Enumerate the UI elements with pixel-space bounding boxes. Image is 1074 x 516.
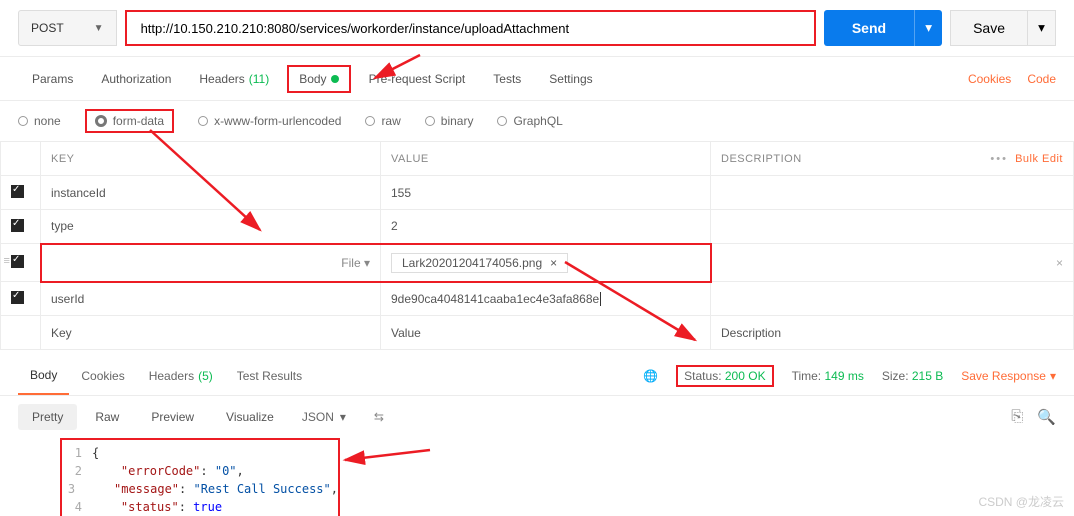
size-badge: Size: 215 B bbox=[882, 369, 943, 383]
table-row-empty: Key Value Description bbox=[1, 316, 1074, 350]
wrap-icon[interactable]: ⇆ bbox=[360, 404, 398, 430]
table-row: ≡ File ▾ Lark20201204174056.png× × bbox=[1, 244, 1074, 282]
drag-icon[interactable]: ≡ bbox=[4, 255, 10, 267]
resp-view-raw[interactable]: Raw bbox=[81, 404, 133, 430]
search-icon[interactable]: 🔍 bbox=[1037, 408, 1056, 426]
key-cell[interactable]: File ▾ bbox=[41, 244, 381, 282]
bodytype-formdata[interactable]: form-data bbox=[85, 109, 174, 133]
file-type-select[interactable]: File ▾ bbox=[341, 256, 370, 270]
save-button[interactable]: Save bbox=[950, 10, 1028, 46]
value-cell[interactable]: 2 bbox=[381, 210, 711, 244]
tab-params[interactable]: Params bbox=[18, 57, 87, 100]
tab-headers[interactable]: Headers (11) bbox=[185, 57, 283, 100]
value-cell[interactable]: Lark20201204174056.png× bbox=[381, 244, 711, 282]
bodytype-raw[interactable]: raw bbox=[365, 114, 400, 128]
method-label: POST bbox=[31, 21, 64, 35]
bodytype-urlencoded[interactable]: x-www-form-urlencoded bbox=[198, 114, 341, 128]
col-key: KEY bbox=[41, 142, 381, 176]
key-cell[interactable]: type bbox=[41, 210, 381, 244]
code-link[interactable]: Code bbox=[1027, 72, 1056, 86]
resp-view-preview[interactable]: Preview bbox=[137, 404, 208, 430]
table-row: instanceId 155 bbox=[1, 176, 1074, 210]
table-row: type 2 bbox=[1, 210, 1074, 244]
resp-tab-testresults[interactable]: Test Results bbox=[225, 356, 314, 395]
globe-icon[interactable]: 🌐 bbox=[643, 369, 658, 383]
desc-placeholder[interactable]: Description bbox=[711, 316, 1074, 350]
resp-tab-body[interactable]: Body bbox=[18, 356, 69, 395]
time-badge: Time: 149 ms bbox=[792, 369, 864, 383]
chevron-down-icon: ▼ bbox=[94, 23, 104, 34]
dot-icon bbox=[331, 75, 339, 83]
copy-icon[interactable]: ⎘ bbox=[1011, 408, 1023, 426]
bodytype-none[interactable]: none bbox=[18, 114, 61, 128]
table-row: userId 9de90ca4048141caaba1ec4e3afa868e bbox=[1, 282, 1074, 316]
tab-body[interactable]: Body bbox=[287, 65, 350, 93]
col-desc: DESCRIPTION ••• Bulk Edit bbox=[711, 142, 1074, 176]
value-placeholder[interactable]: Value bbox=[381, 316, 711, 350]
send-dropdown[interactable]: ▾ bbox=[914, 10, 942, 46]
tab-tests[interactable]: Tests bbox=[479, 57, 535, 100]
resp-view-pretty[interactable]: Pretty bbox=[18, 404, 77, 430]
method-select[interactable]: POST ▼ bbox=[18, 10, 117, 46]
resp-tab-headers[interactable]: Headers (5) bbox=[137, 356, 225, 395]
more-icon[interactable]: ••• bbox=[990, 153, 1008, 165]
key-cell[interactable]: userId bbox=[41, 282, 381, 316]
resp-tab-cookies[interactable]: Cookies bbox=[69, 356, 136, 395]
tab-prerequest[interactable]: Pre-request Script bbox=[355, 57, 480, 100]
key-placeholder[interactable]: Key bbox=[41, 316, 381, 350]
checkbox-icon[interactable] bbox=[11, 255, 24, 268]
save-response-button[interactable]: Save Response ▾ bbox=[961, 369, 1056, 383]
checkbox-icon[interactable] bbox=[11, 219, 24, 232]
bulk-edit-link[interactable]: Bulk Edit bbox=[1015, 153, 1063, 165]
response-body: 1{ 2 "errorCode": "0", 3 "message": "Res… bbox=[0, 438, 1074, 516]
cookies-link[interactable]: Cookies bbox=[968, 72, 1011, 86]
value-cell[interactable]: 155 bbox=[381, 176, 711, 210]
checkbox-icon[interactable] bbox=[11, 185, 24, 198]
status-badge: Status: 200 OK bbox=[676, 365, 773, 387]
formdata-table: KEY VALUE DESCRIPTION ••• Bulk Edit inst… bbox=[0, 141, 1074, 350]
bodytype-binary[interactable]: binary bbox=[425, 114, 474, 128]
value-cell[interactable]: 9de90ca4048141caaba1ec4e3afa868e bbox=[381, 282, 711, 316]
url-input[interactable] bbox=[125, 10, 816, 46]
col-value: VALUE bbox=[381, 142, 711, 176]
send-button[interactable]: Send bbox=[824, 10, 914, 46]
resp-format-select[interactable]: JSON▾ bbox=[292, 404, 356, 430]
key-cell[interactable]: instanceId bbox=[41, 176, 381, 210]
close-icon[interactable]: × bbox=[550, 256, 557, 270]
tab-authorization[interactable]: Authorization bbox=[87, 57, 185, 100]
checkbox-icon[interactable] bbox=[11, 291, 24, 304]
tab-settings[interactable]: Settings bbox=[535, 57, 606, 100]
save-dropdown[interactable]: ▾ bbox=[1028, 10, 1056, 46]
watermark: CSDN @龙凌云 bbox=[978, 493, 1064, 510]
delete-row-icon[interactable]: × bbox=[1056, 256, 1063, 270]
bodytype-graphql[interactable]: GraphQL bbox=[497, 114, 562, 128]
file-chip[interactable]: Lark20201204174056.png× bbox=[391, 253, 568, 273]
chevron-down-icon: ▾ bbox=[1050, 369, 1056, 383]
resp-view-visualize[interactable]: Visualize bbox=[212, 404, 288, 430]
chevron-down-icon: ▾ bbox=[340, 410, 346, 424]
